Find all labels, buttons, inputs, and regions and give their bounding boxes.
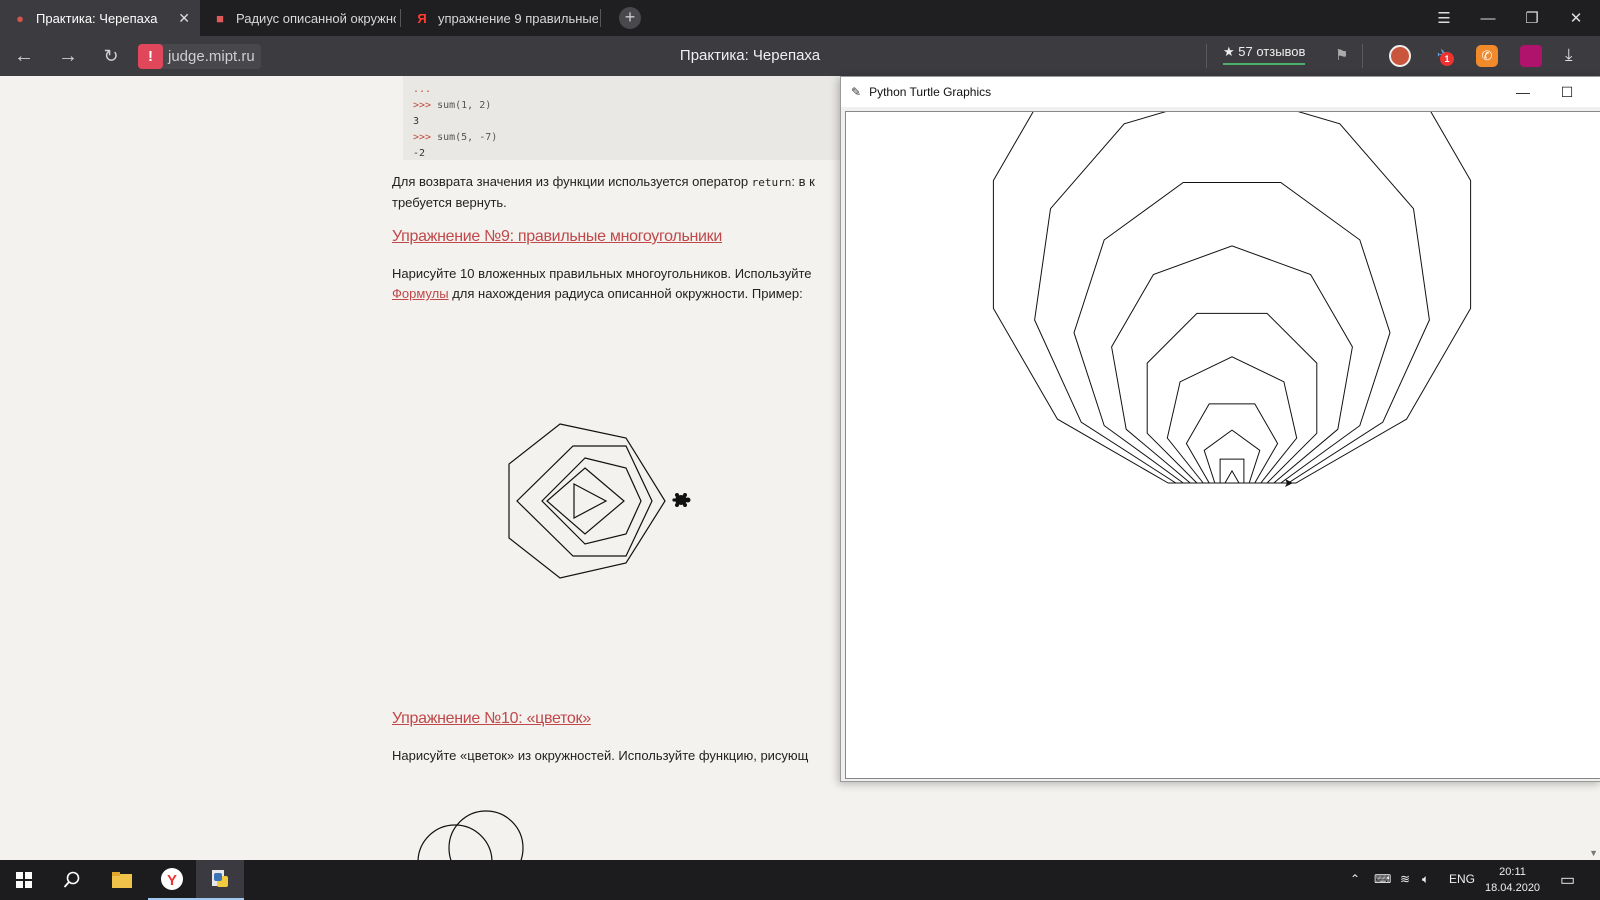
python-icon[interactable] bbox=[196, 860, 244, 900]
tab-circumradius[interactable]: ■ Радиус описанной окружности bbox=[200, 0, 396, 36]
page-title: Практика: Черепаха bbox=[679, 47, 821, 64]
return-paragraph: Для возврата значения из функции использ… bbox=[392, 174, 815, 210]
search-icon[interactable] bbox=[48, 860, 96, 900]
bookmark-icon[interactable]: ⚑ bbox=[1335, 46, 1348, 64]
scroll-down-icon[interactable]: ▼ bbox=[1589, 848, 1598, 858]
polygon-10-sides bbox=[1073, 182, 1391, 484]
yandex-icon: Я bbox=[417, 10, 427, 26]
tab-label: Практика: Черепаха bbox=[36, 10, 158, 26]
browser-menu-icon[interactable]: ☰ bbox=[1422, 0, 1466, 36]
browser-tab-bar: ● Практика: Черепаха ✕ ■ Радиус описанно… bbox=[0, 0, 1600, 36]
example-polygons-image bbox=[508, 423, 691, 579]
polygon-3-sides bbox=[1224, 469, 1240, 484]
security-warning-icon[interactable]: ! bbox=[138, 44, 163, 69]
turtle-icon bbox=[672, 493, 691, 507]
turtle-canvas[interactable] bbox=[845, 5, 1600, 779]
clock-date: 18.04.2020 bbox=[1485, 882, 1541, 894]
code-line: >>> sum(1, 2) bbox=[413, 100, 492, 111]
code-example: ... >>> sum(1, 2) 3 >>> sum(5, -7) -2 bbox=[403, 76, 843, 160]
reload-button[interactable]: ↻ bbox=[97, 42, 125, 70]
extension-icon[interactable] bbox=[1520, 45, 1542, 67]
tab-label: Радиус описанной окружности bbox=[236, 10, 396, 26]
code-line: >>> sum(5, -7) bbox=[413, 132, 498, 143]
restore-button[interactable]: ❐ bbox=[1510, 0, 1554, 36]
url-text: judge.mipt.ru bbox=[168, 48, 255, 65]
turtle-graphics-window[interactable]: ✎ Python Turtle Graphics — ☐ bbox=[840, 5, 1600, 782]
yandex-browser-icon[interactable]: Y bbox=[148, 860, 196, 900]
feather-icon: ✎ bbox=[851, 85, 862, 99]
svg-text:Y: Y bbox=[167, 872, 177, 889]
whatsapp-extension-icon[interactable]: ✆ bbox=[1476, 45, 1498, 67]
action-center-icon[interactable]: ▭ bbox=[1560, 870, 1575, 890]
code-line: 3 bbox=[413, 116, 420, 127]
divider bbox=[1362, 44, 1363, 68]
address-bar: ← → ↻ ! judge.mipt.ru Практика: Черепаха… bbox=[0, 36, 1600, 76]
polygon-12-sides bbox=[992, 5, 1472, 484]
exercise-10-heading[interactable]: Упражнение №10: «цветок» bbox=[392, 710, 591, 728]
close-window-button[interactable]: ✕ bbox=[1554, 0, 1598, 36]
exercise-9-heading[interactable]: Упражнение №9: правильные многоугольники bbox=[392, 228, 722, 246]
code-line: ... bbox=[413, 84, 432, 95]
language-indicator[interactable]: ENG bbox=[1449, 872, 1475, 886]
polygon-5-sides bbox=[1203, 429, 1261, 484]
divider bbox=[1206, 44, 1207, 68]
tab-divider bbox=[600, 9, 601, 27]
wiki-book-icon: ■ bbox=[216, 10, 224, 26]
reviews-button[interactable]: ★ 57 отзывов bbox=[1223, 44, 1306, 65]
avatar-icon[interactable] bbox=[1389, 45, 1411, 67]
nested-polygons-drawing bbox=[992, 5, 1472, 487]
close-tab-icon[interactable]: ✕ bbox=[178, 10, 190, 27]
clock[interactable]: 20:11 18.04.2020 bbox=[1485, 864, 1540, 896]
exercise-9-paragraph: Нарисуйте 10 вложенных правильных многоу… bbox=[392, 266, 812, 301]
taskbar: Y ⌃ ⌨ ≋ 🔈︎ ENG 20:11 18.04.2020 ▭ bbox=[0, 860, 1600, 900]
polygon-9-sides bbox=[1111, 245, 1353, 484]
notification-badge: 1 bbox=[1440, 52, 1454, 66]
url-field[interactable]: ! judge.mipt.ru bbox=[138, 44, 261, 69]
turtle-minimize-button[interactable]: — bbox=[1501, 77, 1545, 107]
turtle-maximize-button[interactable]: ☐ bbox=[1545, 77, 1589, 107]
keyboard-icon[interactable]: ⌨ bbox=[1374, 872, 1391, 886]
tab-exercise-search[interactable]: Я упражнение 9 правильные bbox=[402, 0, 598, 36]
network-icon[interactable]: ≋ bbox=[1400, 872, 1410, 886]
polygon-11-sides bbox=[1034, 91, 1430, 484]
windows-start-icon[interactable] bbox=[0, 860, 48, 900]
tab-label: упражнение 9 правильные bbox=[438, 10, 598, 26]
volume-icon[interactable]: 🔈︎ bbox=[1422, 872, 1429, 887]
show-hidden-icons-icon[interactable]: ⌃ bbox=[1350, 872, 1360, 886]
code-line: -2 bbox=[413, 148, 426, 159]
polygon-8-sides bbox=[1146, 312, 1318, 484]
example-flower-image bbox=[417, 810, 524, 860]
exercise-10-paragraph: Нарисуйте «цветок» из окружностей. Испол… bbox=[392, 748, 809, 763]
polygon-7-sides bbox=[1166, 356, 1298, 484]
turtle-window-title: Python Turtle Graphics bbox=[869, 85, 992, 99]
download-icon[interactable]: ⤓ bbox=[1565, 45, 1573, 65]
file-explorer-icon[interactable] bbox=[98, 860, 146, 900]
forward-button[interactable]: → bbox=[54, 42, 82, 70]
minimize-button[interactable]: — bbox=[1466, 0, 1510, 36]
back-button[interactable]: ← bbox=[10, 42, 38, 70]
turtle-icon: ● bbox=[16, 10, 24, 26]
turtle-window-titlebar[interactable]: ✎ Python Turtle Graphics — ☐ bbox=[841, 77, 1600, 107]
clock-time: 20:11 bbox=[1499, 866, 1526, 878]
tab-turtle-practice[interactable]: ● Практика: Черепаха ✕ bbox=[0, 0, 200, 36]
formulas-link[interactable]: Формулы bbox=[392, 286, 449, 301]
tab-divider bbox=[400, 9, 401, 27]
new-tab-button[interactable]: + bbox=[619, 7, 641, 29]
